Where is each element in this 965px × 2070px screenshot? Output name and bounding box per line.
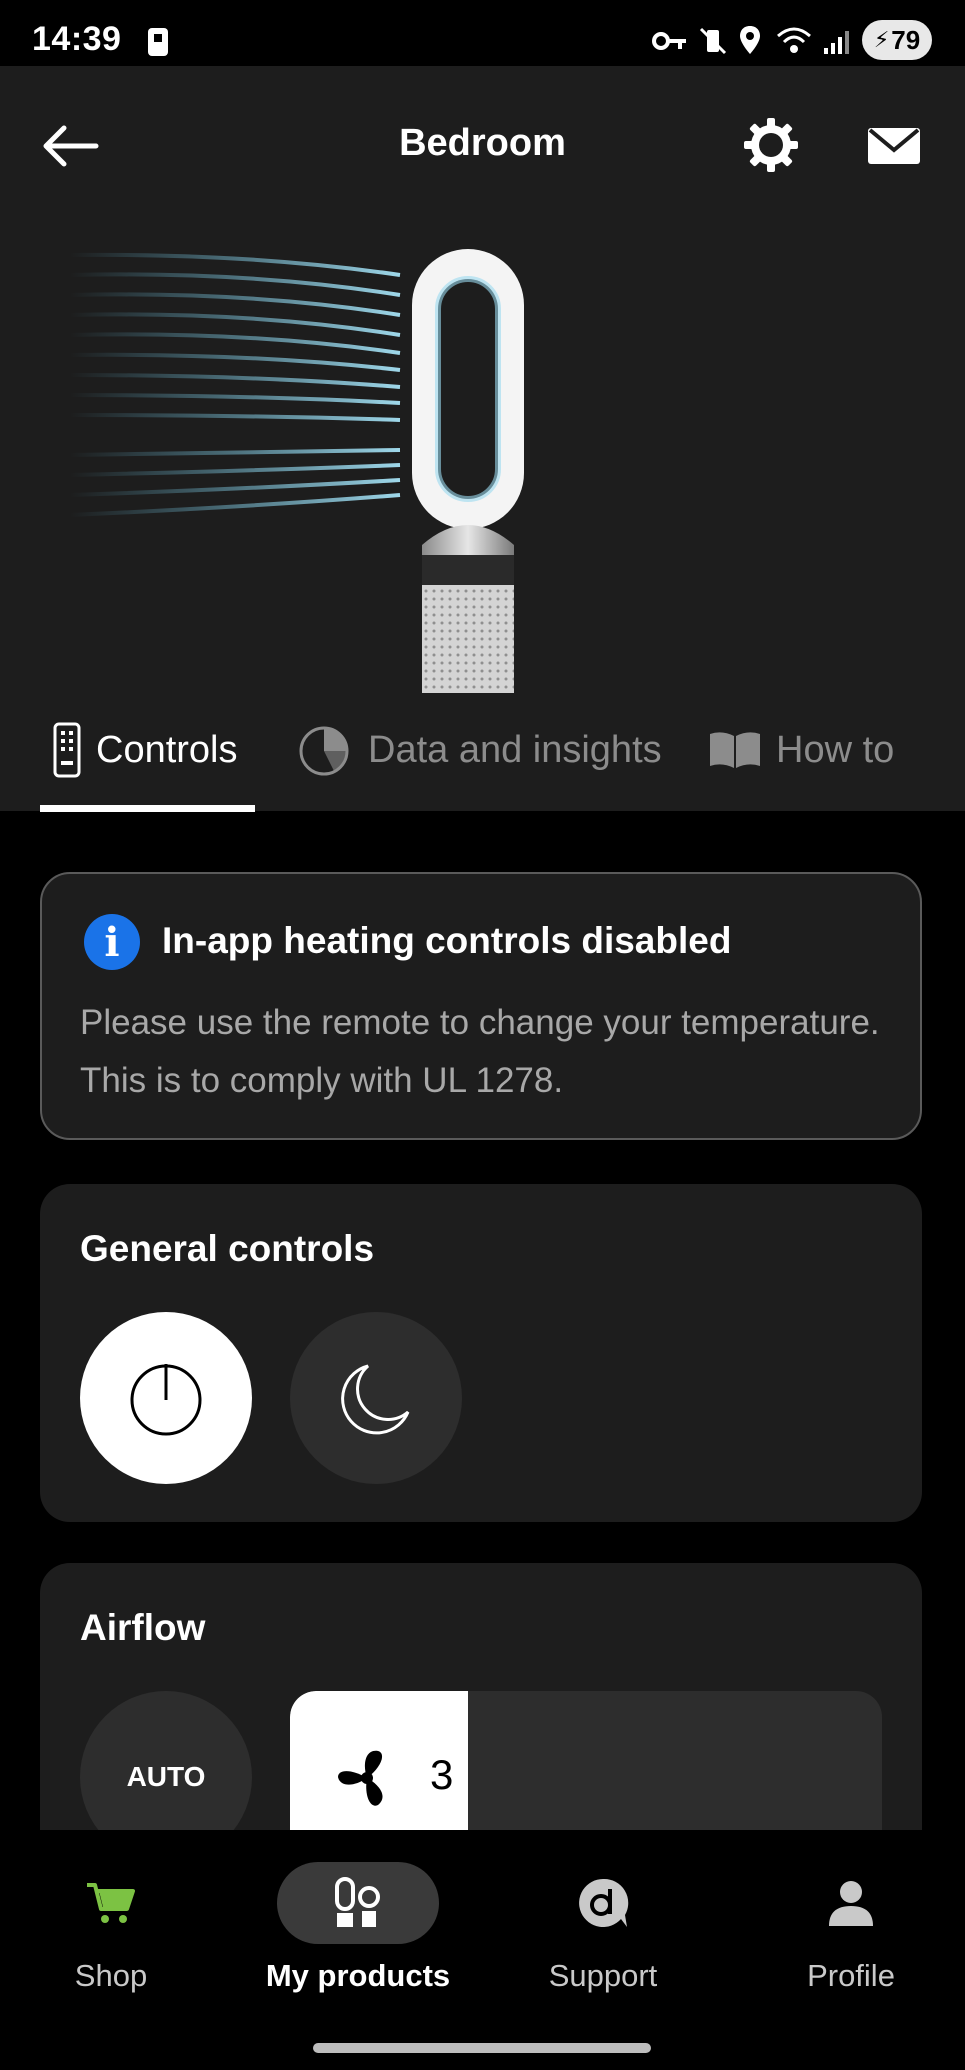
wifi-icon [777,27,811,53]
notice-title: In-app heating controls disabled [162,920,732,961]
general-controls-title: General controls [80,1228,375,1269]
status-bar: 14:39 ⚡ 79 [0,0,965,66]
fan-icon [338,1750,383,1806]
battery-indicator: ⚡ 79 [862,20,932,60]
status-time: 14:39 [32,20,122,58]
nav-label: Profile [807,1958,895,1993]
active-tab-indicator [40,805,255,812]
pie-chart-icon [299,726,349,776]
heating-notice-card: i In-app heating controls disabled Pleas… [40,872,922,1140]
tab-label: Data and insights [368,728,662,771]
general-controls-card: General controls [40,1184,922,1522]
shopping-cart-icon [87,1883,135,1923]
nav-shop[interactable]: Shop [0,1862,231,1994]
charging-icon: ⚡ [873,27,890,52]
moon-icon [341,1364,410,1435]
signal-icon [824,31,849,54]
nav-support[interactable]: Support [483,1862,723,1994]
notification-icon [148,28,168,56]
settings-gear-icon[interactable] [742,116,800,174]
nav-label: Support [548,1958,658,1993]
product-image [70,249,524,693]
mail-icon[interactable] [866,126,922,166]
power-button[interactable] [80,1312,252,1484]
nav-profile[interactable]: Profile [731,1862,965,1994]
key-icon [652,32,686,50]
book-icon [710,732,760,768]
page-title: Bedroom [399,122,566,164]
tab-label: Controls [96,728,238,771]
nav-my-products[interactable]: My products [238,1862,478,1994]
nav-label: My products [265,1958,451,1993]
remote-control-icon [53,722,81,778]
tab-data-and-insights[interactable]: Data and insights [298,720,662,780]
airflow-title: Airflow [80,1607,206,1648]
home-indicator[interactable] [313,2043,651,2053]
nav-label: Shop [74,1958,148,1993]
tab-label: How to [776,728,895,771]
support-chat-icon [579,1878,629,1927]
tab-how-to[interactable]: How to [708,720,894,780]
power-icon [130,1364,202,1436]
info-icon: i [84,914,140,970]
night-mode-button[interactable] [290,1312,462,1484]
tab-controls[interactable]: Controls [52,720,238,780]
location-icon [740,26,760,54]
notice-body: Please use the remote to change your tem… [80,1003,880,1100]
fan-speed-value: 3 [430,1751,454,1798]
profile-person-icon [829,1881,873,1926]
mute-vibrate-icon [699,27,727,55]
battery-level: 79 [891,24,921,55]
my-products-icon [335,1877,380,1927]
airflow-card: Airflow AUTO 3 [40,1563,922,1863]
